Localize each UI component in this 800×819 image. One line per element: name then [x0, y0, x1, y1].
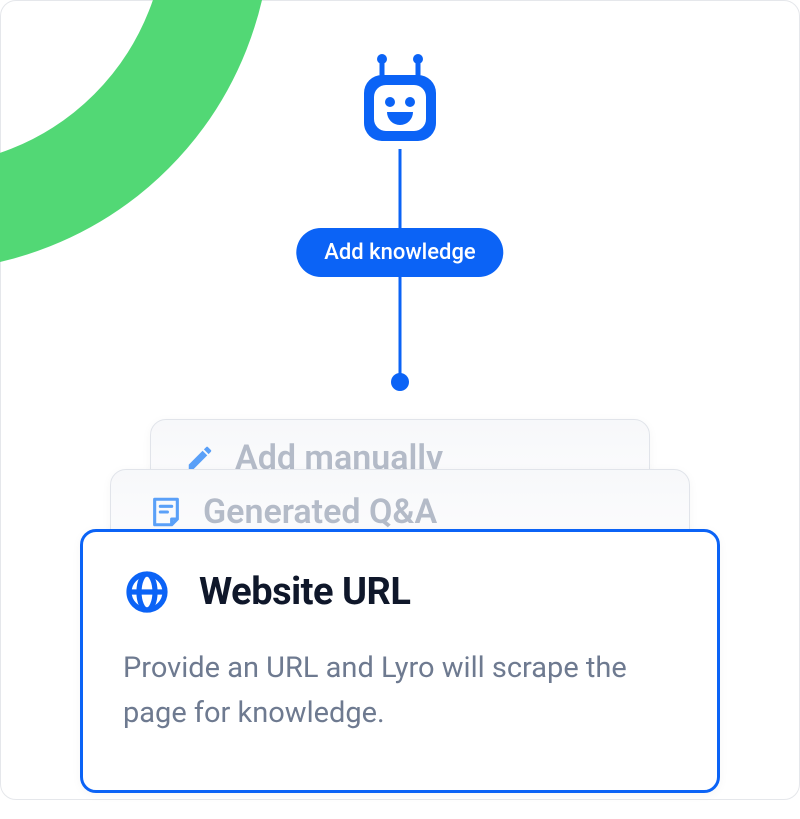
- option-description: Provide an URL and Lyro will scrape the …: [123, 646, 677, 736]
- option-title: Website URL: [199, 570, 410, 614]
- connector-endpoint: [391, 373, 409, 391]
- note-icon: [149, 495, 183, 529]
- bot-icon: [350, 49, 450, 149]
- decorative-arc: [0, 0, 271, 271]
- option-card-website-url[interactable]: Website URL Provide an URL and Lyro will…: [80, 529, 720, 793]
- add-knowledge-badge[interactable]: Add knowledge: [296, 228, 503, 277]
- options-stack: Add manually Generated Q&A: [80, 419, 720, 819]
- badge-label: Add knowledge: [324, 240, 475, 265]
- option-title: Generated Q&A: [203, 492, 437, 532]
- globe-icon: [123, 568, 171, 616]
